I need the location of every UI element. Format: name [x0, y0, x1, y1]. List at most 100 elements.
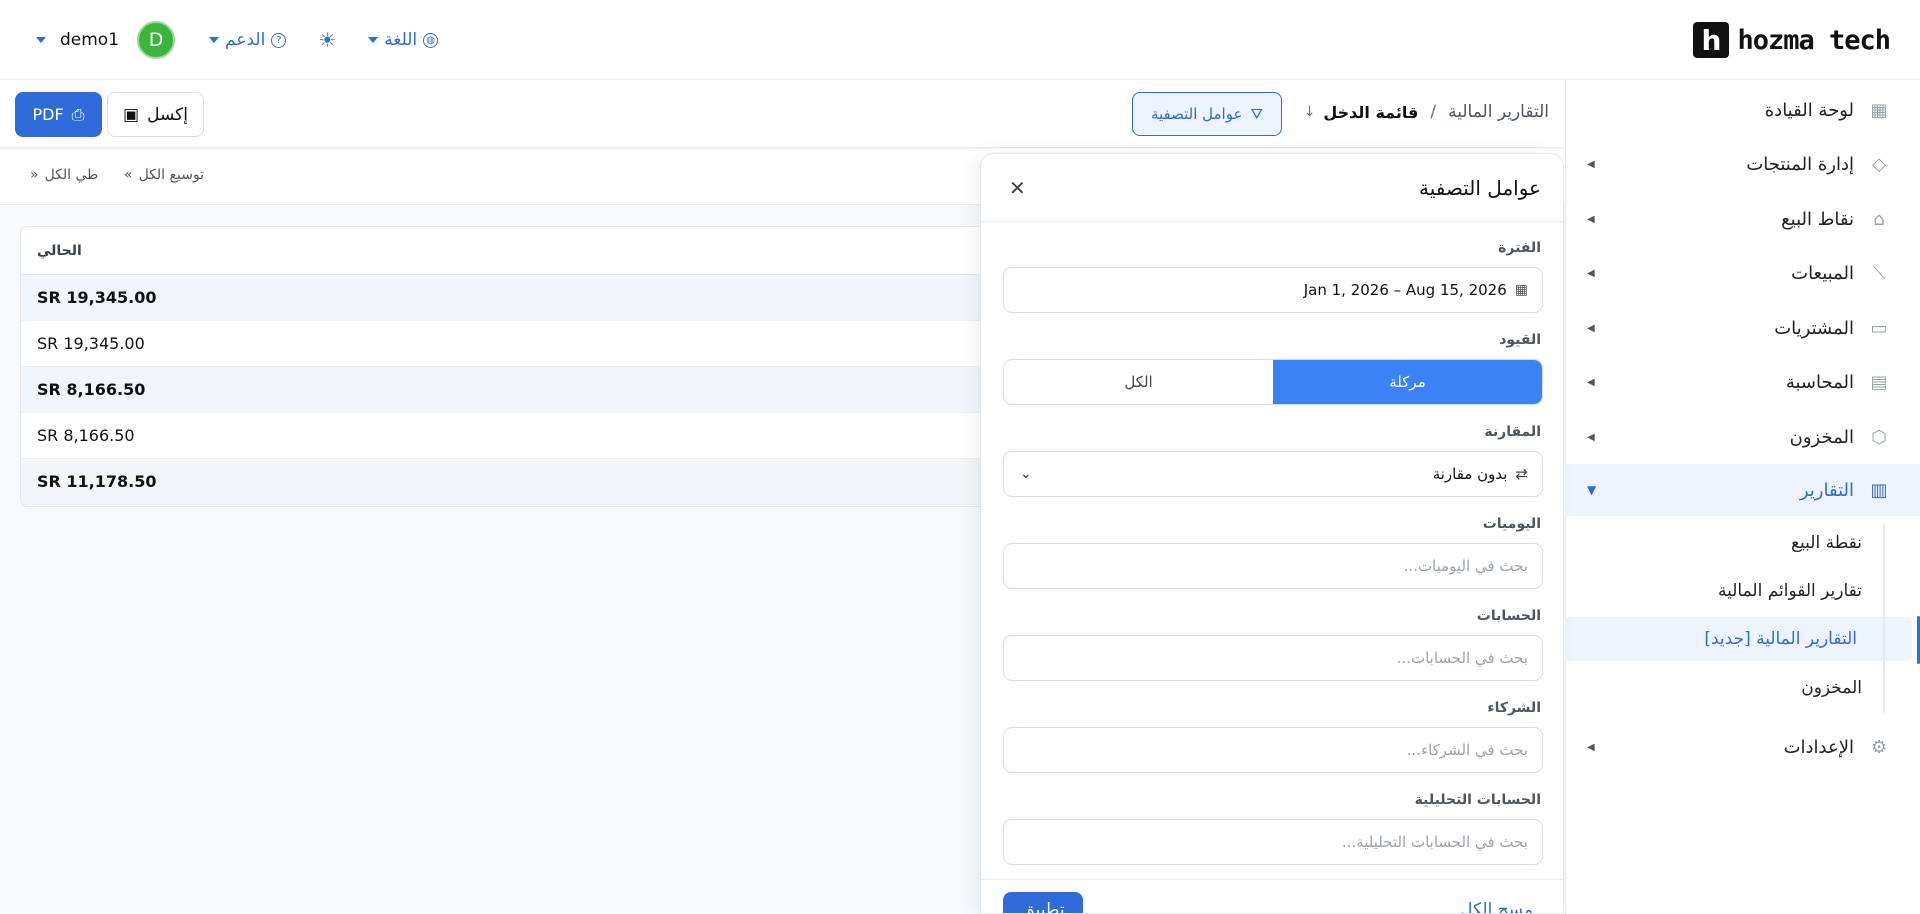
globe-icon: ◍: [423, 32, 439, 48]
language-label: اللغة: [384, 30, 418, 50]
sidebar-item-dashboard[interactable]: ▦ لوحة القيادة: [1565, 84, 1920, 136]
close-icon[interactable]: ✕: [1009, 176, 1026, 200]
report-selector[interactable]: قائمة الدخل ↓: [1304, 103, 1419, 122]
sidebar-item-label: المبيعات: [1791, 262, 1854, 284]
brand-logo[interactable]: h hozma tech: [1693, 20, 1891, 60]
expand-all-button[interactable]: توسيع الكل »: [124, 167, 204, 183]
language-chevron-icon: [368, 37, 379, 43]
sidebar-subitem-label: نقطة البيع: [1790, 533, 1862, 553]
expand-all-label: توسيع الكل: [138, 167, 205, 183]
partners-placeholder: بحث في الشركاء...: [1406, 741, 1528, 759]
partners-search-input[interactable]: بحث في الشركاء...: [1003, 727, 1543, 773]
comparison-label: المقارنة: [1484, 424, 1541, 440]
sidebar-subitem-pos-report[interactable]: نقطة البيع: [1580, 521, 1870, 565]
sidebar: ▦ لوحة القيادة ◇ إدارة المنتجات ◀ ⌂ نقاط…: [1565, 80, 1920, 914]
sidebar-subitem-financial-new[interactable]: التقارير المالية [جديد]: [1565, 617, 1912, 661]
sidebar-item-purchases[interactable]: ▭ المشتريات ◀: [1565, 302, 1920, 354]
user-name[interactable]: demo1: [60, 30, 119, 50]
column-header-current: الحالي: [21, 227, 1019, 275]
excel-export-button[interactable]: ▣ إكسل: [107, 92, 204, 137]
dashboard-icon: ▦: [1870, 99, 1888, 121]
journals-placeholder: بحث في اليوميات...: [1403, 557, 1528, 575]
language-menu[interactable]: اللغة ◍: [368, 30, 439, 50]
accounts-search-input[interactable]: بحث في الحسابات...: [1003, 635, 1543, 681]
sidebar-item-accounting[interactable]: ▤ المحاسبة ◀: [1565, 356, 1920, 408]
sidebar-item-label: المشتريات: [1774, 317, 1854, 339]
building-icon: ▤: [1870, 371, 1888, 393]
sidebar-item-products[interactable]: ◇ إدارة المنتجات ◀: [1565, 138, 1920, 190]
sidebar-item-label: لوحة القيادة: [1764, 99, 1854, 121]
entries-option-all[interactable]: الكل: [1004, 360, 1273, 404]
spreadsheet-icon: ▣: [123, 104, 140, 125]
collapse-all-label: طي الكل: [44, 167, 99, 183]
sidebar-item-label: المحاسبة: [1785, 371, 1854, 393]
card-icon: ▭: [1870, 317, 1888, 339]
filter-icon: ⛛: [1250, 105, 1264, 123]
sidebar-subitem-statements[interactable]: تقارير القوائم المالية: [1580, 569, 1870, 613]
filters-button-label: عوامل التصفية: [1150, 105, 1243, 123]
filters-panel-footer: تطبيق مسح الكل: [981, 879, 1563, 913]
pdf-export-button[interactable]: PDF ⎙: [15, 92, 102, 137]
entries-option-posted[interactable]: مركلة: [1273, 360, 1542, 404]
help-icon: ?: [271, 32, 287, 48]
sidebar-subitem-label: التقارير المالية [جديد]: [1704, 629, 1857, 649]
sidebar-item-sales[interactable]: ⟋ المبيعات ◀: [1565, 247, 1920, 299]
table-row[interactable]: SR 8,166.50: [21, 367, 1019, 413]
support-chevron-icon: [209, 37, 220, 43]
breadcrumb: التقارير المالية / قائمة الدخل ↓: [1304, 102, 1549, 122]
sidebar-item-label: الإعدادات: [1783, 736, 1854, 758]
avatar[interactable]: D: [137, 21, 176, 59]
support-label: الدعم: [225, 30, 266, 50]
filters-button[interactable]: ⛛ عوامل التصفية: [1132, 92, 1282, 136]
period-value: Jan 1, 2026 – Aug 15, 2026: [1303, 281, 1507, 299]
sidebar-item-reports[interactable]: ▥ التقارير ▼: [1565, 464, 1920, 516]
sidebar-subitem-label: المخزون: [1801, 678, 1862, 698]
expand-arrow-icon: ◀: [1587, 741, 1595, 753]
expand-arrow-icon: ◀: [1587, 376, 1595, 388]
chart-line-icon: ⟋: [1872, 262, 1886, 284]
analytic-label: الحسابات التحليلية: [1414, 792, 1541, 808]
breadcrumb-root[interactable]: التقارير المالية: [1448, 102, 1549, 122]
arrow-down-icon: ↓: [1303, 104, 1316, 120]
period-date-range-input[interactable]: ▦ Jan 1, 2026 – Aug 15, 2026: [1003, 267, 1543, 313]
breadcrumb-current: قائمة الدخل: [1323, 102, 1419, 122]
user-menu-chevron-icon[interactable]: [36, 37, 46, 43]
double-chevron-down-icon: »: [124, 167, 133, 183]
accounts-placeholder: بحث في الحسابات...: [1396, 649, 1528, 667]
table-row[interactable]: SR 8,166.50: [21, 413, 1019, 459]
sidebar-item-inventory[interactable]: ⬡ المخزون ◀: [1565, 411, 1920, 463]
journals-search-input[interactable]: بحث في اليوميات...: [1003, 543, 1543, 589]
entries-label: القيود: [1499, 332, 1541, 348]
box-icon: ⬡: [1871, 426, 1887, 448]
top-actions: demo1 D الدعم ? ☀ اللغة ◍: [36, 20, 439, 60]
store-icon: ⌂: [1873, 208, 1885, 230]
table-row[interactable]: SR 11,178.50: [21, 459, 1019, 505]
logo-mark: h: [1693, 22, 1730, 58]
sidebar-subitem-label: تقارير القوائم المالية: [1717, 581, 1862, 601]
excel-button-label: إكسل: [147, 104, 188, 125]
gear-icon: ⚙: [1870, 736, 1888, 758]
sidebar-item-settings[interactable]: ⚙ الإعدادات ◀: [1565, 721, 1920, 773]
clear-all-button[interactable]: مسح الكل: [1460, 900, 1533, 913]
page-header: التقارير المالية / قائمة الدخل ↓ ⛛ عوامل…: [0, 80, 1565, 148]
sidebar-item-label: المخزون: [1789, 426, 1854, 448]
table-row[interactable]: SR 19,345.00: [21, 275, 1019, 321]
chevron-down-icon: ⌄: [1020, 466, 1032, 482]
expand-arrow-icon: ◀: [1587, 431, 1595, 443]
collapse-all-button[interactable]: طي الكل «: [30, 167, 98, 183]
accounts-label: الحسابات: [1476, 608, 1541, 624]
sun-icon[interactable]: ☀: [318, 28, 336, 52]
sidebar-subitem-inventory[interactable]: المخزون: [1580, 666, 1870, 710]
top-bar: h hozma tech demo1 D الدعم ? ☀ اللغة ◍: [0, 0, 1920, 80]
expand-arrow-icon: ◀: [1587, 322, 1595, 334]
analytic-search-input[interactable]: بحث في الحسابات التحليلية...: [1003, 819, 1543, 865]
period-label: الفترة: [1498, 240, 1541, 256]
breadcrumb-separator: /: [1430, 102, 1437, 122]
filters-panel-header: عوامل التصفية ✕: [981, 154, 1563, 222]
table-row[interactable]: SR 19,345.00: [21, 321, 1019, 367]
apply-button[interactable]: تطبيق: [1003, 892, 1083, 913]
support-menu[interactable]: الدعم ?: [209, 30, 287, 50]
logo-text: hozma tech: [1737, 24, 1891, 56]
sidebar-item-pos[interactable]: ⌂ نقاط البيع ◀: [1565, 193, 1920, 245]
comparison-select[interactable]: ⇄ بدون مقارنة ⌄: [1003, 451, 1543, 497]
